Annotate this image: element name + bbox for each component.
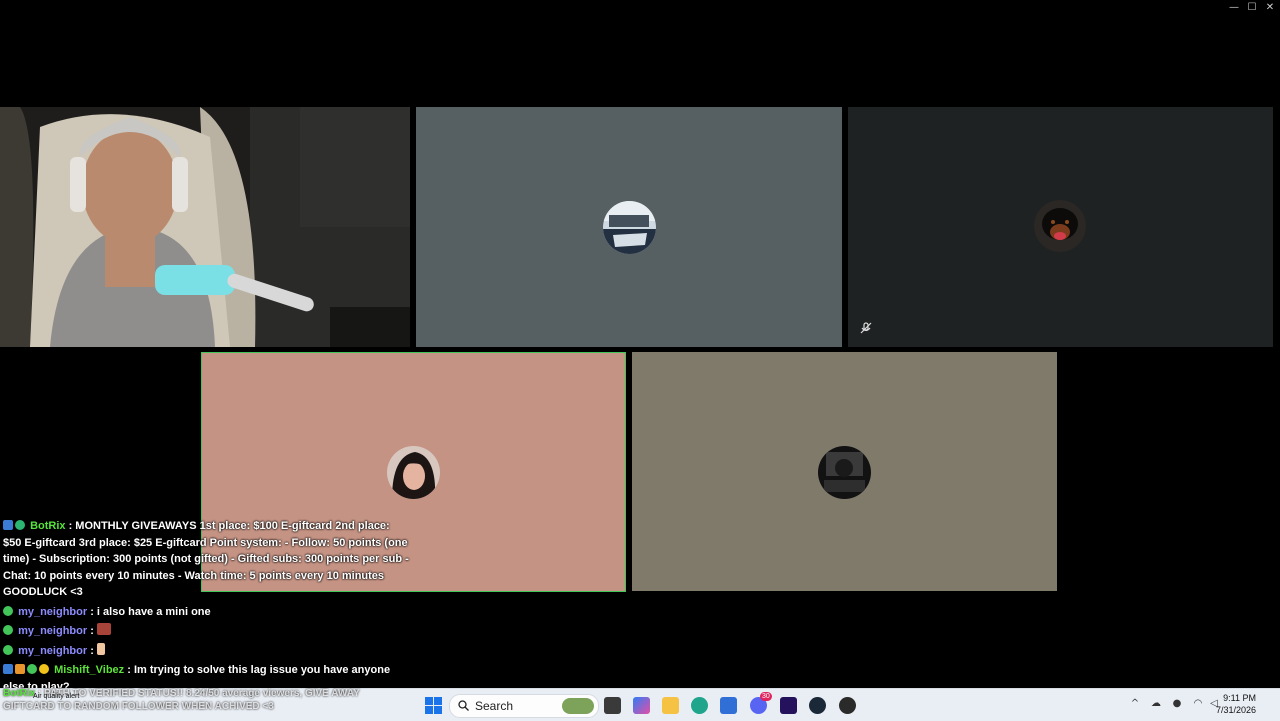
emote-icon — [96, 623, 111, 635]
obs-icon[interactable] — [839, 697, 856, 714]
sparkle-badge-icon — [3, 625, 13, 635]
sparkle-badge-icon — [3, 605, 13, 616]
chat-username: my_neighbor — [18, 644, 88, 657]
chat-message: my_neighbor : — [0, 623, 410, 640]
chat-text: : — [90, 644, 94, 657]
coin-badge-icon — [39, 664, 49, 674]
sparkle-badge-icon — [3, 644, 13, 655]
sparkle-badge-icon — [27, 664, 37, 674]
verified-badge-icon — [15, 520, 25, 530]
chevron-up-icon[interactable]: ^ — [1129, 698, 1141, 710]
streamer-camera-image — [0, 107, 410, 347]
webcam-feed — [0, 107, 410, 347]
title-bar: — ☐ ✕ — [0, 0, 1280, 16]
search-icon — [458, 700, 469, 711]
participant-tile-3[interactable] — [848, 107, 1273, 347]
chat-text: : — [90, 625, 94, 637]
taskbar-clock[interactable]: 9:11 PM 7/31/2026 — [1216, 692, 1256, 716]
participant-avatar — [603, 201, 656, 254]
amazon-music-icon[interactable] — [780, 697, 797, 714]
chat-message: my_neighbor : i also have a mini one — [0, 604, 410, 621]
close-button[interactable]: ✕ — [1261, 1, 1279, 15]
edge-icon[interactable] — [691, 697, 708, 714]
hand-emoji-icon — [96, 642, 105, 655]
weather-alert[interactable]: Air quality alert — [33, 693, 79, 700]
copilot-icon[interactable] — [633, 697, 650, 714]
chat-ticker: BotRix : PATH TO VERIFIED STATUS!! 8.24/… — [3, 687, 403, 713]
onedrive-icon[interactable]: ☁ — [1150, 698, 1162, 710]
ticker-username: BotRix — [3, 688, 36, 699]
moderator-badge-icon — [3, 520, 13, 530]
discord-icon[interactable]: 30 — [750, 692, 772, 714]
search-highlight-icon — [562, 698, 594, 714]
ticker-text: : PATH TO VERIFIED STATUS!! 8.24/50 aver… — [3, 688, 360, 712]
chat-message: BotRix : MONTHLY GIVEAWAYS 1st place: $1… — [0, 518, 410, 601]
chat-overlay: BotRix : MONTHLY GIVEAWAYS 1st place: $1… — [0, 518, 410, 698]
task-view-icon[interactable] — [604, 697, 621, 714]
chat-username: Mishift_Vibez — [54, 664, 125, 676]
minimize-button[interactable]: — — [1225, 1, 1243, 15]
file-explorer-icon[interactable] — [662, 697, 679, 714]
chat-username: my_neighbor — [18, 625, 88, 637]
muted-microphone-icon — [858, 320, 874, 336]
clock-date: 7/31/2026 — [1215, 705, 1256, 715]
moderator-badge-icon — [3, 664, 13, 674]
participant-avatar — [387, 446, 440, 499]
participant-avatar — [1034, 200, 1086, 252]
participant-avatar — [818, 446, 871, 499]
chat-text: : i also have a mini one — [90, 605, 211, 618]
gift-badge-icon — [15, 664, 25, 674]
chat-message: my_neighbor : — [0, 642, 410, 660]
microphone-icon[interactable]: ● — [1171, 698, 1183, 710]
search-placeholder: Search — [475, 699, 514, 713]
participant-tile-2[interactable] — [416, 107, 842, 347]
chat-username: BotRix — [30, 520, 66, 532]
participant-tile-5[interactable] — [632, 352, 1057, 591]
microsoft-store-icon[interactable] — [720, 697, 737, 714]
clock-time: 9:11 PM — [1223, 693, 1256, 703]
steam-icon[interactable] — [809, 697, 826, 714]
discord-badge: 30 — [760, 692, 772, 701]
wifi-icon[interactable]: ◠ — [1192, 698, 1204, 710]
taskbar-search-box[interactable]: Search — [449, 694, 599, 718]
windows-start-icon[interactable] — [425, 697, 442, 714]
maximize-button[interactable]: ☐ — [1243, 1, 1261, 15]
chat-username: my_neighbor — [18, 605, 88, 618]
